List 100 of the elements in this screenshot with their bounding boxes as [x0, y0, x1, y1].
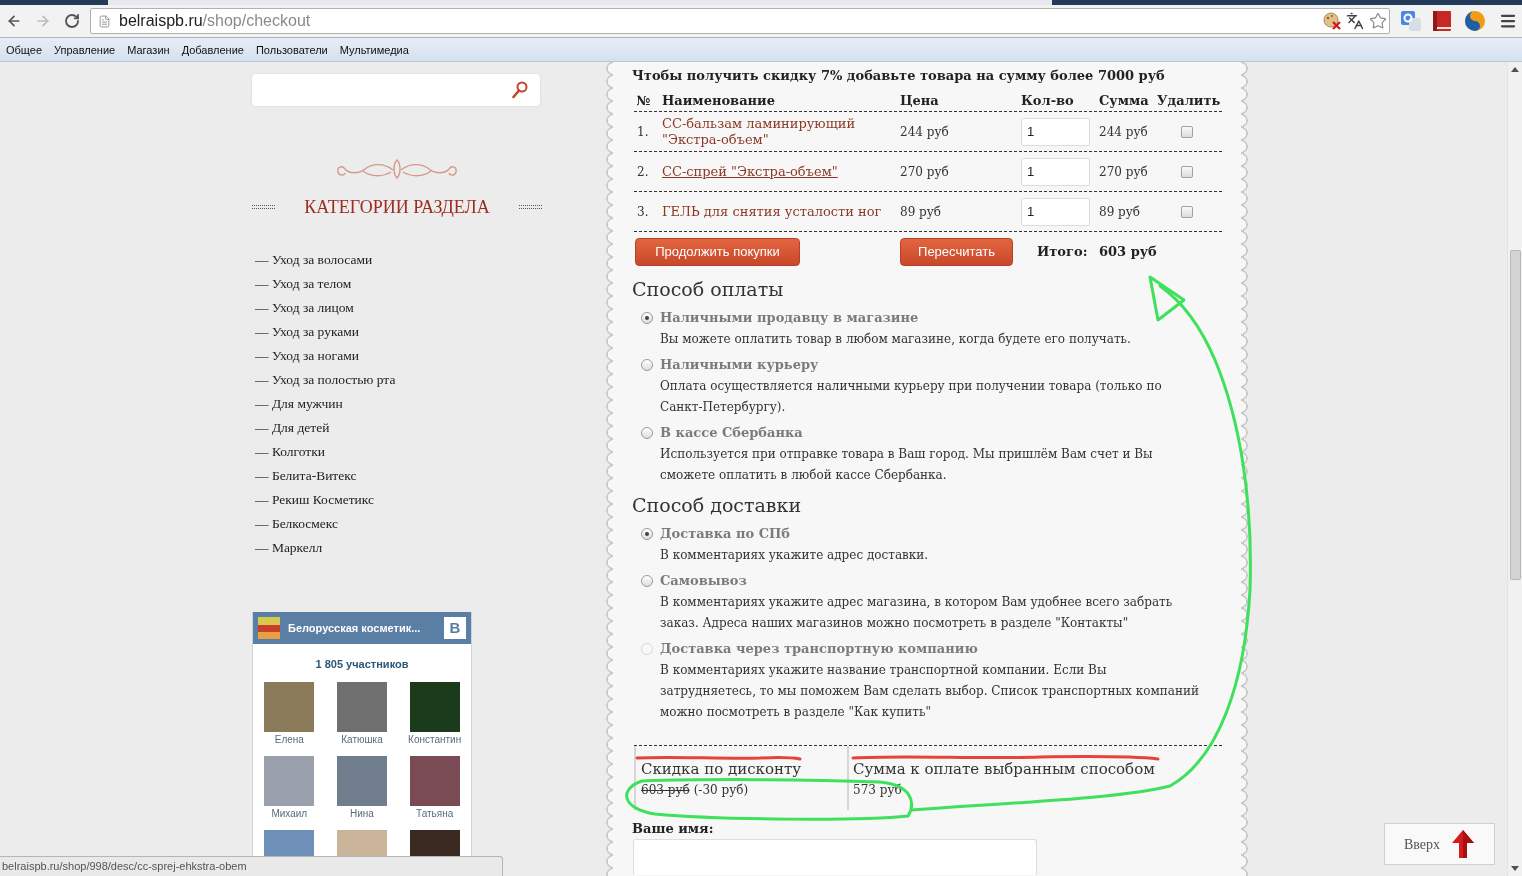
url-text: belraispb.ru/shop/checkout	[119, 11, 311, 31]
scrollbar-thumb[interactable]	[1509, 250, 1521, 580]
page-icon	[98, 13, 111, 29]
column-header: Наименование	[661, 92, 775, 109]
price-cell-text: 270 руб	[899, 163, 949, 180]
bookmark-link[interactable]: Магазин	[127, 42, 170, 57]
categories-heading: КАТЕГОРИИ РАЗДЕЛА	[304, 196, 490, 219]
member-name[interactable]: Константин	[408, 734, 462, 746]
product-link[interactable]: ГЕЛЬ для снятия усталости ног	[658, 203, 888, 220]
blocked-cookie-icon[interactable]	[1323, 12, 1341, 30]
book-extension-icon[interactable]	[1433, 11, 1451, 31]
category-link[interactable]: — Уход за телом	[252, 275, 352, 293]
category-link[interactable]: — Маркелл	[252, 539, 323, 557]
payment-heading: Способ оплаты	[632, 277, 784, 301]
column-header: Сумма	[1098, 92, 1149, 109]
radio-button[interactable]	[641, 575, 653, 587]
scroll-down-icon[interactable]	[1511, 866, 1519, 871]
bookmark-star-icon[interactable]	[1369, 12, 1387, 30]
name-label: Ваше имя:	[632, 821, 714, 837]
product-link[interactable]: СС-бальзам ламинирующий "Экстра-объем"	[658, 115, 896, 148]
address-bar[interactable]: belraispb.ru/shop/checkout	[90, 8, 1390, 34]
product-link[interactable]: СС-спрей "Экстра-объем"	[658, 163, 844, 180]
radio-button[interactable]	[641, 359, 653, 371]
bookmark-link[interactable]: Добавление	[181, 42, 244, 57]
sum-cell-text: 270 руб	[1098, 163, 1148, 180]
category-link[interactable]: — Уход за ногами	[252, 347, 359, 365]
bookmark-link[interactable]: Управление	[54, 42, 116, 57]
total-value: 603 руб	[1098, 244, 1157, 260]
sum-cell-text: 244 руб	[1098, 123, 1148, 140]
option-label[interactable]: В кассе Сбербанка	[660, 424, 803, 442]
recalculate-button[interactable]: Пересчитать	[900, 238, 1013, 266]
delivery-heading: Способ доставки	[632, 493, 802, 517]
member-name[interactable]: Катюшка	[341, 734, 383, 746]
search-field[interactable]	[252, 74, 540, 106]
member-name[interactable]: Михаил	[271, 808, 308, 820]
category-link[interactable]: — Для детей	[252, 419, 330, 437]
option-label[interactable]: Наличными продавцу в магазине	[660, 309, 919, 327]
row-number: 3.	[636, 203, 649, 220]
option-label[interactable]: Доставка по СПб	[660, 525, 790, 543]
menu-icon[interactable]	[1499, 12, 1517, 30]
member-name[interactable]: Елена	[274, 734, 304, 746]
column-header: №	[635, 92, 651, 109]
price-cell-text: 89 руб	[899, 203, 942, 220]
network-logo[interactable]: В	[444, 617, 466, 639]
category-link[interactable]: — Уход за руками	[252, 323, 360, 341]
option-description: В комментариях укажите адрес доставки.	[659, 547, 929, 564]
option-label[interactable]: Наличными курьеру	[660, 356, 819, 374]
category-link[interactable]: — Белкосмекс	[252, 515, 339, 533]
category-link[interactable]: — Уход за волосами	[252, 251, 373, 269]
category-link[interactable]: — Рекиш Косметикс	[252, 491, 375, 509]
reload-icon[interactable]	[64, 12, 80, 30]
sum-cell-text: 89 руб	[1098, 203, 1141, 220]
bookmark-link[interactable]: Пользователи	[255, 42, 328, 57]
bookmark-link[interactable]: Общее	[6, 42, 43, 57]
old-price: 603 руб	[641, 782, 690, 798]
discount-notice: Чтобы получить скидку 7% добавьте товара на сумму более 7000 руб	[632, 67, 1165, 85]
option-description: Вы можете оплатить товар в любом магазине, когда будете его получать.	[659, 331, 1131, 348]
delete-checkbox[interactable]	[1181, 205, 1193, 218]
circle-extension-icon[interactable]	[1465, 11, 1485, 31]
column-header: Цена	[899, 92, 939, 109]
radio-button[interactable]	[641, 427, 653, 439]
category-link[interactable]: — Уход за лицом	[252, 299, 354, 317]
member-name[interactable]: Татьяна	[416, 808, 454, 820]
translate-extension-icon[interactable]	[1401, 11, 1421, 31]
back-to-top-button[interactable]: Вверх	[1384, 823, 1495, 865]
quantity-field[interactable]: 1	[1021, 117, 1090, 146]
option-label[interactable]: Самовывоз	[660, 572, 747, 590]
up-arrow-icon	[1452, 830, 1475, 858]
continue-shopping-button[interactable]: Продолжить покупки	[635, 238, 800, 266]
total-label: Итого:	[1036, 244, 1088, 260]
category-link[interactable]: — Белита-Витекс	[252, 467, 357, 485]
column-header: Кол-во	[1020, 92, 1074, 109]
delete-checkbox[interactable]	[1181, 165, 1193, 178]
row-number: 1.	[636, 123, 649, 140]
price-cell-text: 244 руб	[899, 123, 949, 140]
option-description: Оплата осуществляется наличными курьеру при получении товара (только по Санкт-Петербургу).	[659, 378, 1162, 416]
category-link[interactable]: — Уход за полостью рта	[252, 371, 396, 389]
option-description: В комментариях укажите название транспортной компании. Если Вы затрудняетесь, то мы поможем Вам сделать выбор. Список транспортных компаний можно посмотреть в разделе "Как купить"	[659, 662, 1199, 721]
radio-button[interactable]	[641, 528, 653, 540]
delete-checkbox[interactable]	[1181, 125, 1193, 138]
option-description: В комментариях укажите адрес магазина, в котором Вам удобнее всего забрать заказ. Адреса наших магазинов можно посмотреть в разделе "Контакты"	[659, 594, 1173, 632]
scroll-up-icon[interactable]	[1511, 67, 1519, 72]
group-thumbnail	[258, 617, 280, 639]
category-link[interactable]: — Для мужчин	[252, 395, 343, 413]
row-number: 2.	[636, 163, 649, 180]
member-name[interactable]: Нина	[350, 808, 374, 820]
group-title[interactable]: Белорусская косметик...	[288, 621, 421, 635]
bookmark-link[interactable]: Мультимедиа	[339, 42, 409, 57]
scrollbar-track[interactable]	[1507, 62, 1522, 876]
discount-amount: (-30 руб)	[693, 782, 749, 798]
column-header: Удалить	[1156, 92, 1221, 109]
radio-button[interactable]	[641, 312, 653, 324]
quantity-field[interactable]: 1	[1021, 157, 1090, 186]
translate-icon[interactable]	[1346, 12, 1364, 30]
category-link[interactable]: — Колготки	[252, 443, 325, 461]
discount-heading: Скидка по дисконту	[641, 761, 802, 778]
search-icon[interactable]	[512, 81, 528, 99]
name-input-field[interactable]	[633, 839, 1037, 875]
status-bar: belraispb.ru/shop/998/desc/cc-sprej-ehkstra-obem	[0, 856, 503, 876]
quantity-field[interactable]: 1	[1021, 197, 1090, 226]
